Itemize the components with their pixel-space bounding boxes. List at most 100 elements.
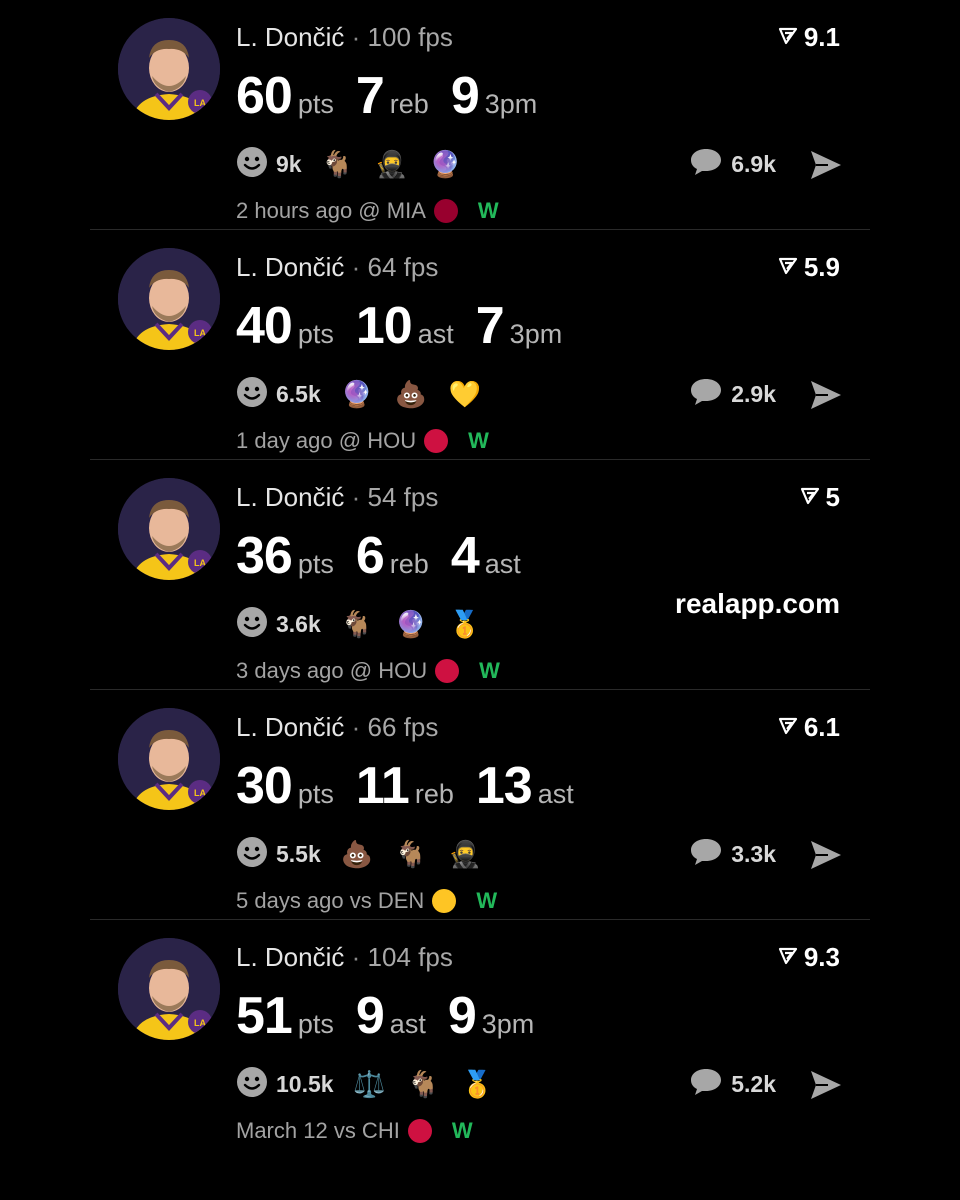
reaction-emoji-icon[interactable]: 🥷 bbox=[374, 149, 410, 180]
avatar[interactable]: LA bbox=[118, 478, 220, 580]
stat-value: 11 bbox=[355, 757, 410, 815]
player-name[interactable]: L. Dončić bbox=[236, 482, 344, 512]
stat-item: 9 3pm bbox=[451, 66, 537, 126]
stat-label: 3pm bbox=[484, 89, 538, 119]
svg-text:LA: LA bbox=[194, 788, 206, 798]
reaction-emoji-icon[interactable]: 💩 bbox=[339, 839, 375, 870]
stat-line: 40 pts 10 ast 7 3pm bbox=[236, 296, 584, 356]
reaction-emoji-icon[interactable]: 🔮 bbox=[339, 379, 375, 410]
game-meta: 3 days ago @ HOU W bbox=[236, 658, 500, 684]
card-header: L. Dončić · 64 fps bbox=[236, 252, 438, 283]
stat-item: 30 pts bbox=[236, 756, 334, 816]
comments-button[interactable]: 3.3k bbox=[689, 836, 776, 872]
svg-text:LA: LA bbox=[194, 1018, 206, 1028]
reaction-emoji-icon[interactable]: 🐐 bbox=[320, 149, 356, 180]
reaction-emoji-icon[interactable]: 🐐 bbox=[406, 1069, 442, 1100]
separator: · bbox=[351, 22, 361, 52]
player-name[interactable]: L. Dončić bbox=[236, 712, 344, 742]
stat-item: 6 reb bbox=[356, 526, 429, 586]
stat-line: 60 pts 7 reb 9 3pm bbox=[236, 66, 559, 126]
bulls-logo-icon bbox=[407, 1119, 432, 1143]
svg-text:LA: LA bbox=[194, 328, 206, 338]
reaction-emoji-icon[interactable]: 🐐 bbox=[339, 609, 375, 640]
game-result: W bbox=[479, 658, 500, 683]
game-time-opponent: March 12 vs CHI bbox=[236, 1118, 400, 1143]
avatar[interactable]: LA bbox=[118, 938, 220, 1040]
comments-button[interactable]: 5.2k bbox=[689, 1066, 776, 1102]
game-meta: 1 day ago @ HOU W bbox=[236, 428, 489, 454]
stat-label: ast bbox=[389, 1009, 426, 1039]
game-card[interactable]: LA L. Dončić · 66 fps 6.1 30 pts 11 reb 13 ast 5.… bbox=[90, 690, 870, 920]
avatar[interactable]: LA bbox=[118, 708, 220, 810]
rating-value: 9.3 bbox=[803, 942, 840, 972]
reactions-bar: 9k 🐐 🥷 🔮 bbox=[236, 146, 482, 182]
share-icon[interactable] bbox=[808, 148, 844, 182]
player-name[interactable]: L. Dončić bbox=[236, 942, 344, 972]
rating-badge: 9.3 bbox=[778, 942, 840, 973]
game-card[interactable]: LA L. Dončić · 64 fps 5.9 40 pts 10 ast 7 3pm 6.5… bbox=[90, 230, 870, 460]
reaction-emoji-icon[interactable]: 💩 bbox=[393, 379, 429, 410]
game-card[interactable]: LA L. Dončić · 104 fps 9.3 51 pts 9 ast 9 3pm 10.… bbox=[90, 920, 870, 1150]
comments-button[interactable]: 6.9k bbox=[689, 146, 776, 182]
reaction-count: 6.5k bbox=[276, 380, 321, 407]
game-time-opponent: 1 day ago @ HOU bbox=[236, 428, 417, 453]
share-icon[interactable] bbox=[808, 378, 844, 412]
reaction-emoji-icon[interactable]: 🥇 bbox=[460, 1069, 496, 1100]
stat-label: reb bbox=[389, 89, 429, 119]
game-meta: 2 hours ago @ MIA W bbox=[236, 198, 499, 224]
rating-badge: 6.1 bbox=[778, 712, 840, 743]
reaction-count: 10.5k bbox=[276, 1070, 334, 1097]
reaction-button[interactable]: 9k bbox=[236, 146, 302, 183]
reaction-button[interactable]: 6.5k bbox=[236, 376, 321, 413]
reaction-button[interactable]: 5.5k bbox=[236, 836, 321, 873]
reaction-emoji-icon[interactable]: 🔮 bbox=[393, 609, 429, 640]
reactions-bar: 10.5k ⚖️ 🐐 🥇 bbox=[236, 1066, 514, 1102]
fantasy-points: 66 fps bbox=[367, 712, 439, 742]
game-time-opponent: 3 days ago @ HOU bbox=[236, 658, 428, 683]
reaction-emoji-icon[interactable]: 🥷 bbox=[447, 839, 483, 870]
stat-value: 9 bbox=[447, 987, 477, 1045]
svg-text:LA: LA bbox=[194, 98, 206, 108]
share-icon[interactable] bbox=[808, 838, 844, 872]
stat-value: 7 bbox=[355, 67, 385, 125]
game-card[interactable]: LA L. Dončić · 100 fps 9.1 60 pts 7 reb 9 3pm 9k 🐐… bbox=[90, 0, 870, 230]
heat-logo-icon bbox=[433, 199, 458, 223]
stat-label: pts bbox=[297, 549, 334, 579]
player-name[interactable]: L. Dončić bbox=[236, 252, 344, 282]
reaction-count: 5.5k bbox=[276, 840, 321, 867]
game-card[interactable]: LA L. Dončić · 54 fps 5 36 pts 6 reb 4 ast 3.6k 🐐 🔮… bbox=[90, 460, 870, 690]
separator: · bbox=[351, 712, 361, 742]
stat-label: ast bbox=[417, 319, 454, 349]
smile-icon bbox=[236, 146, 268, 183]
player-name[interactable]: L. Dončić bbox=[236, 22, 344, 52]
rating-icon bbox=[778, 252, 798, 283]
game-result: W bbox=[451, 1118, 473, 1143]
smile-icon bbox=[236, 1066, 268, 1103]
reaction-emoji-icon[interactable]: 💛 bbox=[447, 379, 483, 410]
stat-item: 60 pts bbox=[236, 66, 334, 126]
svg-text:LA: LA bbox=[194, 558, 206, 568]
stat-item: 7 reb bbox=[356, 66, 429, 126]
comments-button[interactable]: 2.9k bbox=[689, 376, 776, 412]
smile-icon bbox=[236, 606, 268, 643]
stat-label: pts bbox=[297, 319, 334, 349]
reaction-emoji-icon[interactable]: 🥇 bbox=[447, 609, 483, 640]
reaction-button[interactable]: 3.6k bbox=[236, 606, 321, 643]
avatar[interactable]: LA bbox=[118, 18, 220, 120]
stat-item: 4 ast bbox=[451, 526, 521, 586]
reaction-emoji-icon[interactable]: 🐐 bbox=[393, 839, 429, 870]
game-result: W bbox=[477, 198, 499, 223]
game-result: W bbox=[476, 888, 498, 913]
rating-value: 5.9 bbox=[803, 252, 840, 282]
nuggets-logo-icon bbox=[432, 889, 457, 913]
stat-value: 13 bbox=[475, 757, 533, 815]
promo-link[interactable]: realapp.com bbox=[675, 588, 840, 620]
reaction-emoji-icon[interactable]: ⚖️ bbox=[352, 1069, 388, 1100]
reaction-emoji-icon[interactable]: 🔮 bbox=[428, 149, 464, 180]
comment-icon bbox=[689, 837, 723, 872]
game-time-opponent: 5 days ago vs DEN bbox=[236, 888, 425, 913]
share-icon[interactable] bbox=[808, 1068, 844, 1102]
avatar[interactable]: LA bbox=[118, 248, 220, 350]
reaction-button[interactable]: 10.5k bbox=[236, 1066, 334, 1103]
rating-icon bbox=[800, 482, 820, 513]
